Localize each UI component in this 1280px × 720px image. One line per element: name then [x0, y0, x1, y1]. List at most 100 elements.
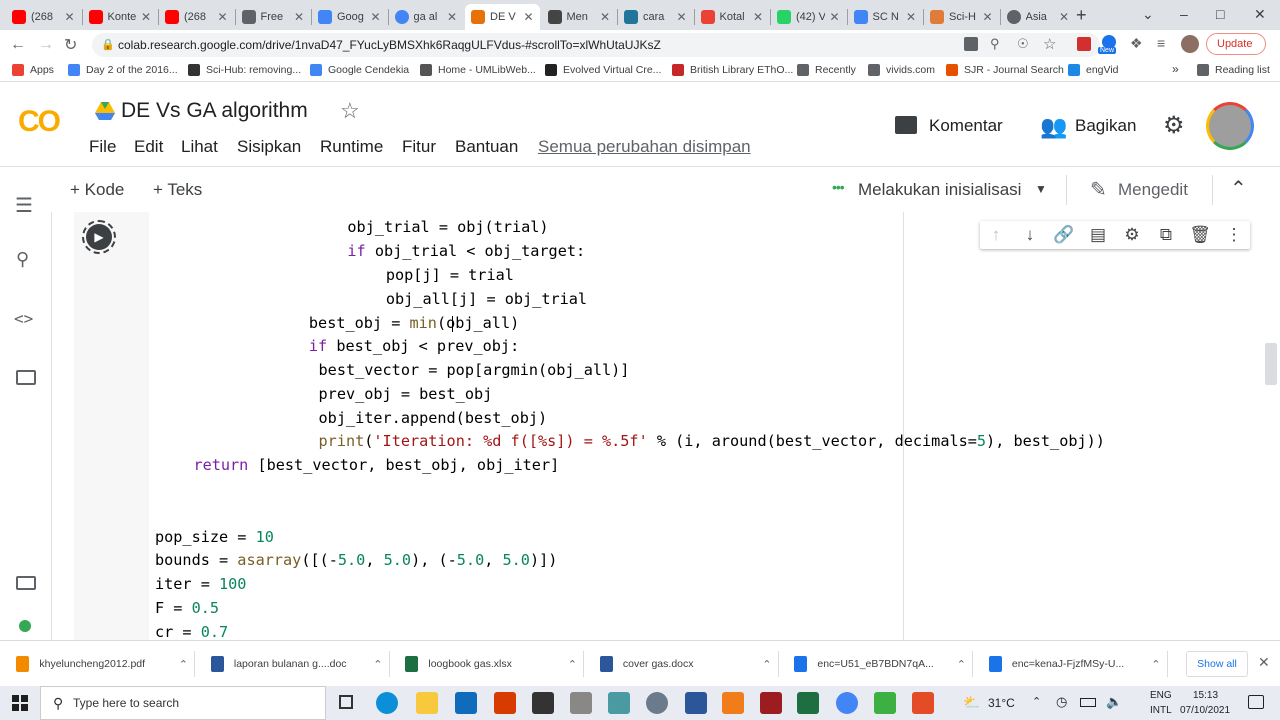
download-menu-chevron-icon[interactable]: ⌃ [373, 658, 382, 671]
weather-icon[interactable]: ⛅ [963, 694, 980, 711]
back-icon[interactable]: ← [10, 36, 26, 54]
comment-cell-icon[interactable]: ▤ [1086, 223, 1110, 247]
close-tab-icon[interactable]: ✕ [982, 10, 992, 24]
update-button[interactable]: Update [1206, 33, 1266, 55]
edit-pencil-icon[interactable]: ✎ [1090, 177, 1107, 202]
drive-icon[interactable] [95, 102, 115, 120]
search-icon[interactable]: ⚲ [16, 249, 29, 270]
terminal-icon[interactable] [16, 576, 36, 590]
address-bar[interactable]: 🔒 colab.research.google.com/drive/1nvaD4… [92, 33, 1100, 57]
browser-tab[interactable]: Kotal ✕ [695, 4, 770, 30]
extensions-puzzle-icon[interactable]: ❖ [1130, 35, 1143, 52]
temperature[interactable]: 31°C [988, 696, 1015, 710]
connection-status-icon[interactable] [19, 620, 31, 632]
bookmark-item[interactable]: Apps [12, 64, 54, 76]
settings-gear-icon[interactable]: ⚙ [1163, 111, 1185, 140]
colab-logo[interactable]: CO [18, 105, 70, 141]
link-icon[interactable]: 🔗 [1052, 223, 1076, 247]
chrome-icon[interactable] [836, 692, 858, 714]
menu-file[interactable]: File [89, 137, 116, 157]
bookmark-item[interactable]: SJR - Journal Search [946, 64, 1064, 76]
save-status[interactable]: Semua perubahan disimpan [538, 137, 751, 157]
camtasia-icon[interactable] [874, 692, 896, 714]
close-shelf-icon[interactable]: ✕ [1258, 654, 1270, 671]
bookmark-item[interactable]: Google Cendekia [310, 64, 409, 76]
comment-button[interactable]: Komentar [929, 116, 1003, 136]
download-menu-chevron-icon[interactable]: ⌃ [179, 658, 188, 671]
lock-icon[interactable]: 🔒 [101, 38, 115, 51]
browser-tab[interactable]: SC N ✕ [848, 4, 923, 30]
maximize-window-icon[interactable]: □ [1216, 6, 1224, 22]
wifi-icon[interactable]: ◷ [1056, 694, 1067, 710]
browser-tab[interactable]: Konte ✕ [83, 4, 158, 30]
user-avatar[interactable] [1206, 102, 1254, 150]
bookmark-item[interactable]: engVid [1068, 64, 1119, 76]
download-menu-chevron-icon[interactable]: ⌃ [957, 658, 966, 671]
code-snippets-icon[interactable]: <> [14, 309, 33, 328]
code-editor[interactable]: obj_trial = obj(trial) if obj_trial < obj… [149, 212, 1256, 640]
menu-edit[interactable]: Edit [134, 137, 163, 157]
table-of-contents-icon[interactable]: ☰ [15, 193, 33, 218]
bookmark-item[interactable]: Evolved Virtual Cre... [545, 64, 661, 76]
star-icon[interactable]: ☆ [340, 98, 360, 124]
bookmark-item[interactable]: British Library EThO... [672, 64, 793, 76]
play-icon[interactable]: ▶ [86, 224, 112, 250]
bookmark-star-icon[interactable]: ☆ [1043, 35, 1056, 53]
add-code-button[interactable]: + Kode [70, 180, 124, 200]
move-down-icon[interactable]: ↓ [1018, 223, 1042, 247]
browser-tab[interactable]: cara ✕ [618, 4, 693, 30]
edge-icon[interactable] [376, 692, 398, 714]
reading-list-button[interactable]: Reading list [1197, 64, 1270, 76]
browser-tab[interactable]: Free ✕ [236, 4, 311, 30]
download-item[interactable]: enc=kenaJ-FjzfMSy-U... ⌃ [988, 641, 1161, 687]
download-item[interactable]: laporan bulanan g....doc ⌃ [210, 641, 383, 687]
forward-icon[interactable]: → [38, 36, 54, 54]
show-all-button[interactable]: Show all [1186, 651, 1248, 677]
download-menu-chevron-icon[interactable]: ⌃ [762, 658, 771, 671]
download-item[interactable]: cover gas.docx ⌃ [599, 641, 772, 687]
bookmark-item[interactable]: vivids.com [868, 64, 935, 76]
battery-icon[interactable] [1080, 698, 1096, 707]
close-tab-icon[interactable]: ✕ [141, 10, 151, 24]
browser-tab[interactable]: (268 ✕ [6, 4, 81, 30]
media-control-icon[interactable]: ≡ [1157, 35, 1165, 51]
bookmark-item[interactable]: Home - UMLibWeb... [420, 64, 536, 76]
browser-tab[interactable]: ga al ✕ [389, 4, 464, 30]
menu-lihat[interactable]: Lihat [181, 137, 218, 157]
translate-icon[interactable] [964, 37, 978, 51]
word-icon[interactable] [685, 692, 707, 714]
browser-tab[interactable]: Men ✕ [542, 4, 617, 30]
browser-tab[interactable]: DE V ✕ [465, 4, 540, 30]
browser-tab[interactable]: (42) V ✕ [771, 4, 846, 30]
profile-avatar[interactable] [1181, 35, 1199, 53]
browser-tab[interactable]: Sci-H ✕ [924, 4, 999, 30]
mirror-cell-icon[interactable]: ⧉ [1154, 223, 1178, 247]
notebook-title[interactable]: DE Vs GA algorithm [121, 99, 308, 123]
taskbar-search-box[interactable]: ⚲ Type here to search [40, 686, 326, 720]
bookmark-item[interactable]: Recently [797, 64, 856, 76]
extension-mendeley-icon[interactable] [1077, 37, 1091, 51]
office-icon[interactable] [494, 692, 516, 714]
close-tab-icon[interactable]: ✕ [1059, 10, 1069, 24]
files-folder-icon[interactable] [16, 370, 36, 385]
share-people-icon[interactable]: 👥 [1040, 114, 1067, 140]
recorder-icon[interactable] [912, 692, 934, 714]
browser-tab[interactable]: Goog ✕ [312, 4, 387, 30]
code-cell[interactable]: ▶ obj_trial = obj(trial) if obj_trial < o… [74, 212, 1256, 640]
close-tab-icon[interactable]: ✕ [447, 10, 457, 24]
download-menu-chevron-icon[interactable]: ⌃ [1151, 658, 1160, 671]
file-explorer-icon[interactable] [416, 692, 438, 714]
network-app-icon[interactable] [646, 692, 668, 714]
delete-cell-icon[interactable]: 🗑 [1188, 223, 1212, 247]
runtime-status[interactable]: Melakukan inisialisasi [858, 180, 1021, 200]
close-window-icon[interactable]: ✕ [1254, 6, 1266, 23]
menu-fitur[interactable]: Fitur [402, 137, 436, 157]
store-icon[interactable] [532, 692, 554, 714]
move-up-icon[interactable]: ↑ [984, 223, 1008, 247]
download-item[interactable]: loogbook gas.xlsx ⌃ [405, 641, 577, 687]
zoom-icon[interactable]: ⚲ [990, 36, 1000, 52]
menu-runtime[interactable]: Runtime [320, 137, 383, 157]
download-item[interactable]: enc=U51_eB7BDN7qA... ⌃ [794, 641, 966, 687]
menu-sisipkan[interactable]: Sisipkan [237, 137, 301, 157]
close-tab-icon[interactable]: ✕ [906, 10, 916, 24]
